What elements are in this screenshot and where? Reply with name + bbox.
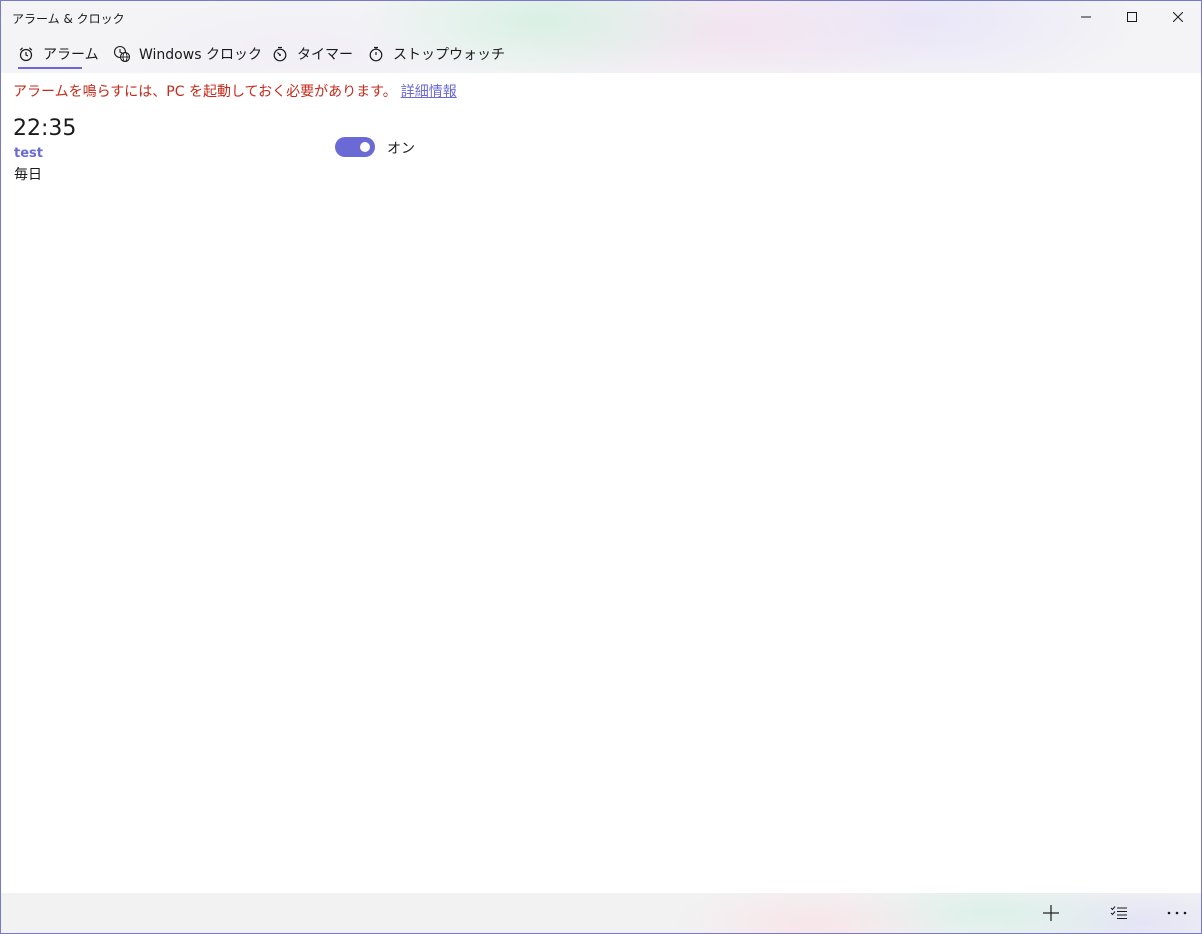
power-notice: アラームを鳴らすには、PC を起動しておく必要があります。 詳細情報 <box>13 81 457 101</box>
alarm-page: アラームを鳴らすには、PC を起動しておく必要があります。 詳細情報 22:35 … <box>1 73 1201 893</box>
alarm-list-item[interactable]: 22:35 test 毎日 オン <box>1 113 431 185</box>
close-button[interactable] <box>1155 1 1201 33</box>
alarm-time: 22:35 <box>13 116 77 141</box>
tab-label: ストップウォッチ <box>393 47 505 63</box>
add-alarm-button[interactable] <box>1027 893 1075 933</box>
app-window: アラーム & クロック アラーム Windows クロック タイマー ストップウ… <box>0 0 1202 934</box>
minimize-icon <box>1081 16 1091 18</box>
select-alarms-button[interactable] <box>1095 893 1143 933</box>
world-clock-icon <box>113 45 131 63</box>
alarm-clock-icon <box>17 45 35 63</box>
select-icon <box>1110 906 1127 919</box>
minimize-button[interactable] <box>1063 1 1109 33</box>
alarm-toggle[interactable] <box>335 137 375 157</box>
add-icon <box>1043 905 1059 921</box>
maximize-button[interactable] <box>1109 1 1155 33</box>
alarm-toggle-label: オン <box>387 141 415 157</box>
command-bar <box>1 893 1201 933</box>
tab-bar: アラーム Windows クロック タイマー ストップウォッチ <box>1 37 1201 73</box>
more-info-link[interactable]: 詳細情報 <box>401 84 457 100</box>
maximize-icon <box>1127 12 1137 22</box>
tab-timer[interactable]: タイマー <box>271 37 353 71</box>
power-notice-text: アラームを鳴らすには、PC を起動しておく必要があります。 <box>13 84 397 100</box>
window-title: アラーム & クロック <box>12 12 125 26</box>
stopwatch-icon <box>367 45 385 63</box>
more-options-button[interactable] <box>1153 893 1201 933</box>
alarm-repeat: 毎日 <box>14 167 42 183</box>
close-icon <box>1173 12 1183 22</box>
tab-alarm[interactable]: アラーム <box>17 37 99 71</box>
timer-icon <box>271 45 289 63</box>
title-bar: アラーム & クロック アラーム Windows クロック タイマー ストップウ… <box>1 1 1201 73</box>
tab-label: アラーム <box>43 47 99 63</box>
tab-label: タイマー <box>297 47 353 63</box>
toggle-knob <box>360 142 370 152</box>
selected-tab-indicator <box>18 67 82 69</box>
tab-stopwatch[interactable]: ストップウォッチ <box>367 37 505 71</box>
tab-label: Windows クロック <box>139 47 262 63</box>
more-icon <box>1167 911 1187 915</box>
alarm-name: test <box>14 146 43 161</box>
tab-world-clock[interactable]: Windows クロック <box>113 37 262 71</box>
